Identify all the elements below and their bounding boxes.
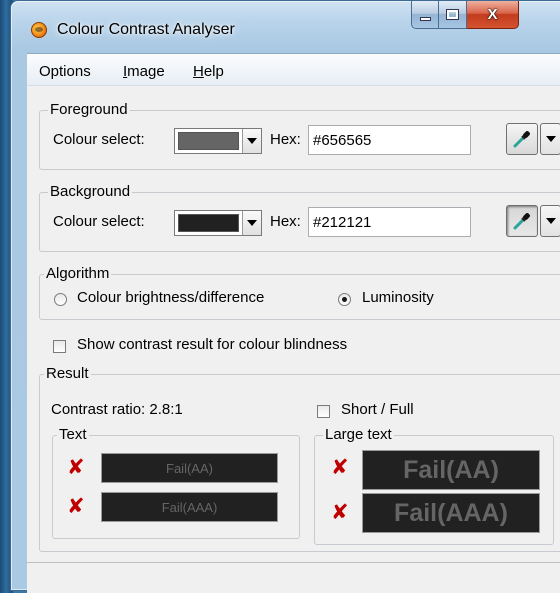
large-text-aa-result: Fail(AA): [362, 450, 540, 490]
background-legend: Background: [48, 183, 133, 200]
client-area: Options Image Help Foreground Colour sel…: [27, 53, 560, 593]
background-colour-dropdown[interactable]: [174, 210, 262, 236]
foreground-legend: Foreground: [48, 101, 130, 118]
short-full-label: Short / Full: [341, 401, 414, 418]
foreground-picker-dropdown[interactable]: [540, 123, 560, 155]
background-swatch: [178, 214, 239, 232]
large-text-aaa-result: Fail(AAA): [362, 493, 540, 533]
short-full-checkbox[interactable]: [317, 405, 330, 418]
menu-options-label: Options: [39, 63, 91, 80]
colour-blindness-checkbox[interactable]: [53, 340, 66, 353]
radio-luminosity[interactable]: [338, 293, 351, 306]
window-title: Colour Contrast Analyser: [57, 21, 235, 38]
foreground-colour-select-label: Colour select:: [53, 131, 145, 148]
close-icon: X: [487, 6, 498, 23]
result-group: Result Contrast ratio: 2.8:1 Short / Ful…: [39, 365, 560, 552]
radio-luminosity-label: Luminosity: [362, 289, 434, 306]
maximize-button[interactable]: [439, 1, 467, 29]
foreground-swatch: [178, 132, 239, 150]
background-hex-input[interactable]: [308, 207, 471, 237]
app-window: Colour Contrast Analyser X Options Image…: [10, 0, 560, 593]
caption-buttons: X: [411, 1, 519, 29]
contrast-ratio-text: Contrast ratio: 2.8:1: [51, 401, 183, 418]
large-text-results-legend: Large text: [323, 426, 394, 443]
menu-help[interactable]: Help: [193, 63, 224, 80]
eyedropper-icon: [513, 131, 530, 148]
background-picker-dropdown[interactable]: [540, 205, 560, 237]
menu-help-mnemonic: H: [193, 63, 204, 80]
foreground-hex-input[interactable]: [308, 125, 471, 155]
menu-image-label: mage: [127, 63, 165, 80]
menu-bar: Options Image Help: [27, 54, 560, 86]
title-bar[interactable]: Colour Contrast Analyser X: [11, 1, 560, 53]
colour-blindness-label: Show contrast result for colour blindnes…: [77, 336, 348, 353]
text-results-group: Text ✘ Fail(AA) ✘ Fail(AAA): [52, 426, 300, 539]
chevron-down-icon: [545, 218, 556, 224]
algorithm-group: Algorithm Colour brightness/difference L…: [39, 265, 560, 320]
background-picker-button[interactable]: [506, 205, 538, 237]
menu-help-label: elp: [203, 63, 224, 80]
chevron-down-icon: [242, 211, 261, 235]
text-results-legend: Text: [57, 426, 89, 443]
maximize-icon: [447, 10, 458, 19]
cross-icon: ✘: [67, 456, 85, 479]
app-logo-icon: [31, 22, 47, 38]
large-text-aaa-result-label: Fail(AAA): [394, 498, 508, 527]
foreground-colour-dropdown[interactable]: [174, 128, 262, 154]
cross-icon: ✘: [67, 495, 85, 518]
chevron-down-icon: [242, 129, 261, 153]
cross-icon: ✘: [331, 456, 349, 479]
background-hex-label: Hex:: [270, 213, 301, 230]
background-colour-select-label: Colour select:: [53, 213, 145, 230]
foreground-picker-button[interactable]: [506, 123, 538, 155]
chevron-down-icon: [545, 136, 556, 142]
menu-image[interactable]: Image: [123, 63, 165, 80]
minimize-button[interactable]: [411, 1, 439, 29]
radio-colour-brightness[interactable]: [54, 293, 67, 306]
cross-icon: ✘: [331, 501, 349, 524]
large-text-aa-result-label: Fail(AA): [403, 455, 499, 484]
background-group: Background Colour select: Hex:: [39, 183, 560, 252]
close-button[interactable]: X: [467, 1, 519, 29]
minimize-icon: [419, 16, 431, 21]
radio-colour-brightness-label: Colour brightness/difference: [77, 289, 265, 306]
text-aaa-result-label: Fail(AAA): [161, 499, 218, 515]
result-legend: Result: [44, 365, 91, 382]
algorithm-legend: Algorithm: [44, 265, 112, 282]
foreground-hex-label: Hex:: [270, 131, 301, 148]
text-aa-result: Fail(AA): [101, 453, 278, 483]
text-aaa-result: Fail(AAA): [101, 492, 278, 522]
large-text-results-group: Large text ✘ Fail(AA) ✘ Fail(AAA): [314, 426, 554, 545]
status-bar: [27, 562, 560, 593]
menu-options[interactable]: Options: [39, 63, 91, 80]
foreground-group: Foreground Colour select: Hex:: [39, 101, 560, 170]
text-aa-result-label: Fail(AA): [166, 460, 213, 476]
eyedropper-icon: [513, 213, 530, 230]
